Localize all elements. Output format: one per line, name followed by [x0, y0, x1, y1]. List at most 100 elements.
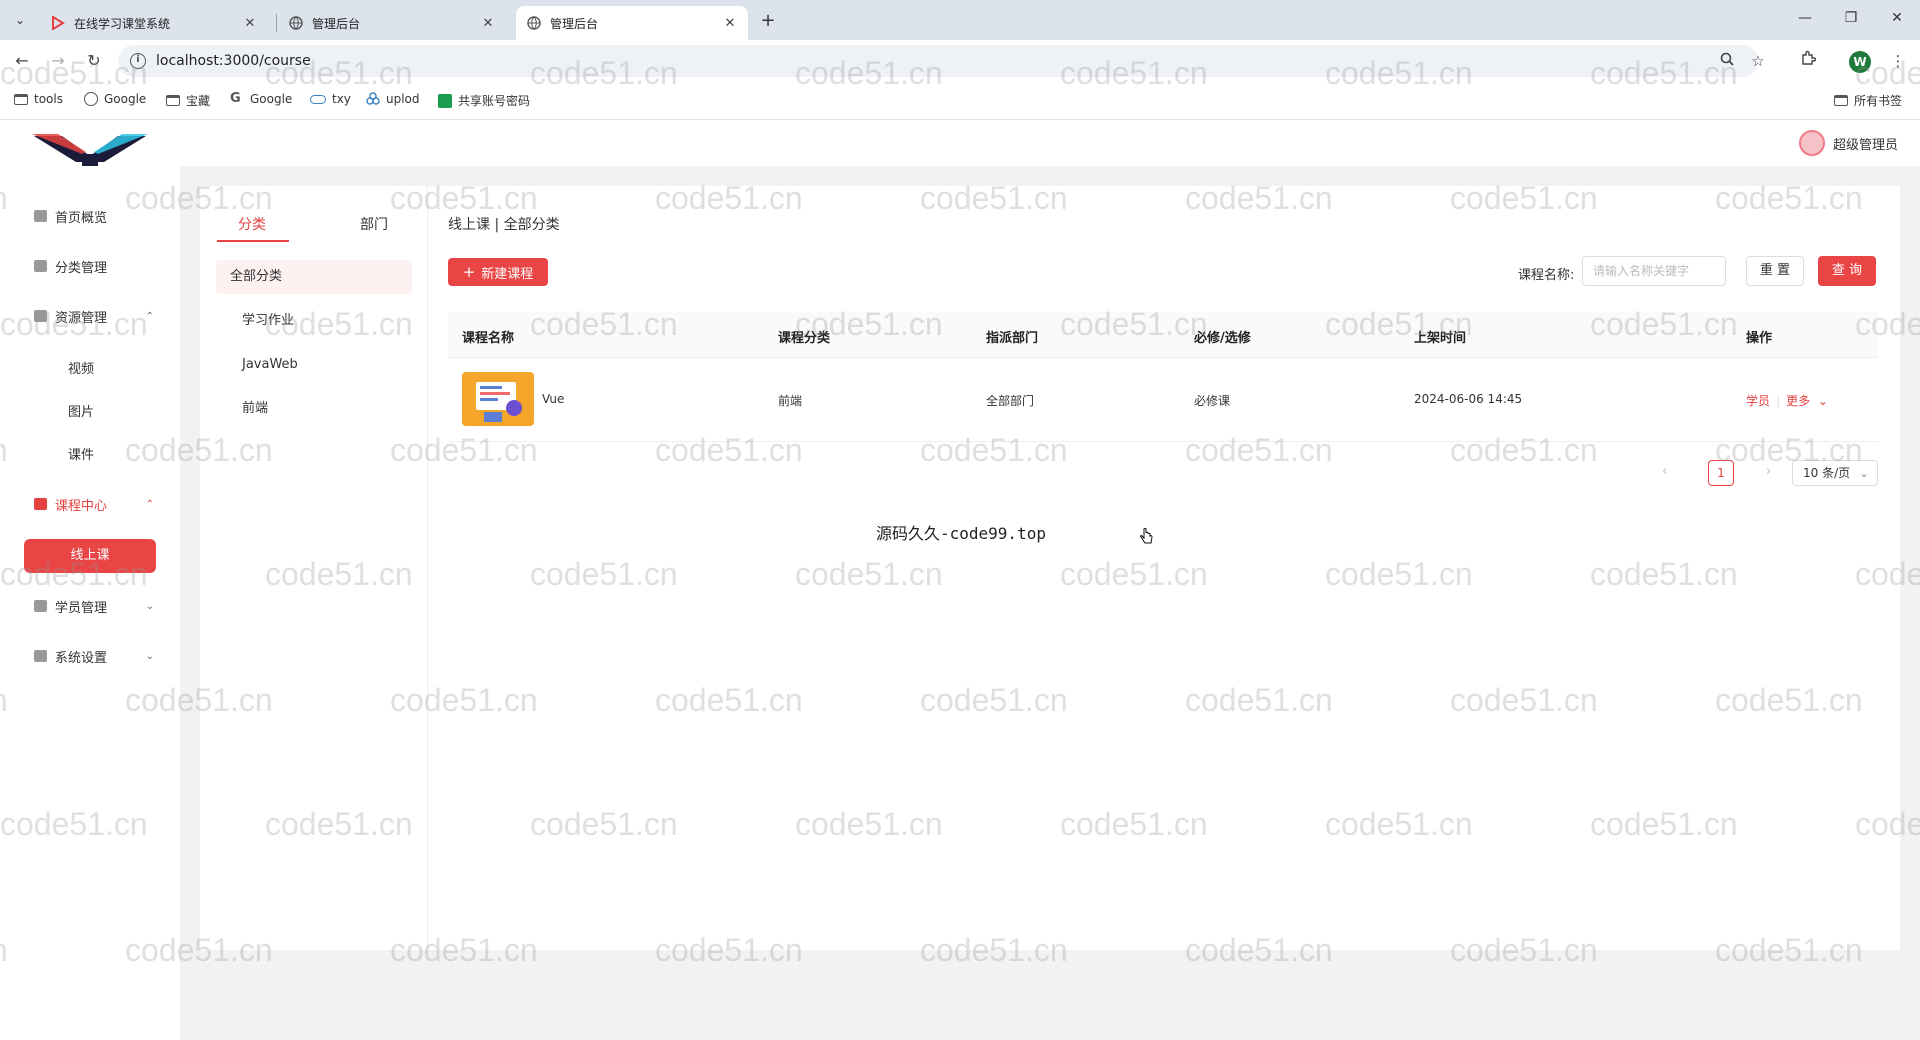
all-bookmarks[interactable]: 所有书签 — [1834, 92, 1902, 109]
bookmark-star-icon[interactable]: ☆ — [1746, 50, 1770, 74]
page-size-select[interactable]: 10 条/页 ⌄ — [1792, 460, 1878, 486]
content-card: 分类 部门 全部分类 学习作业 JavaWeb 前端 线上课 | 全部分类 + … — [200, 186, 1900, 950]
new-tab-button[interactable]: + — [756, 10, 780, 34]
browser-tab-2[interactable]: 管理后台 ✕ — [278, 6, 506, 40]
user-icon — [34, 600, 47, 612]
tab-separator — [276, 14, 277, 32]
restore-icon[interactable]: ❐ — [1836, 10, 1866, 26]
site-info-icon[interactable]: i — [130, 53, 146, 69]
reload-icon[interactable]: ↻ — [82, 50, 106, 74]
upload-icon — [366, 92, 380, 106]
chevron-up-icon: ⌃ — [145, 310, 154, 322]
tab-search-chevron-icon[interactable]: ⌄ — [8, 8, 32, 32]
sidebar-item-courseware[interactable]: 课件 — [0, 444, 162, 463]
bookmark-google-2[interactable]: G Google — [230, 92, 292, 107]
breadcrumb: 线上课 | 全部分类 — [448, 217, 560, 233]
browser-tab-1[interactable]: 在线学习课堂系统 ✕ — [40, 6, 268, 40]
cell-department: 全部部门 — [986, 394, 1035, 408]
avatar — [1798, 130, 1825, 156]
next-page-icon[interactable]: › — [1766, 464, 1771, 479]
more-link[interactable]: 更多 — [1786, 394, 1810, 408]
window-close-icon[interactable]: ✕ — [1882, 10, 1912, 26]
profile-avatar[interactable]: W — [1849, 51, 1871, 73]
settings-icon — [34, 650, 47, 662]
close-icon[interactable]: ✕ — [722, 16, 738, 31]
category-panel: 分类 部门 全部分类 学习作业 JavaWeb 前端 — [200, 186, 428, 950]
new-course-button[interactable]: + 新建课程 — [448, 258, 548, 286]
folder-icon — [34, 310, 47, 322]
bookmark-tools[interactable]: tools — [14, 92, 63, 106]
close-icon[interactable]: ✕ — [480, 16, 496, 31]
bookmarks-bar: tools Google 宝藏 G Google txy uplod 共享账号密码… — [0, 82, 1920, 120]
bookmark-treasure[interactable]: 宝藏 — [166, 92, 210, 109]
course-thumbnail — [462, 372, 534, 426]
category-frontend[interactable]: 前端 — [216, 392, 412, 426]
browser-tab-3-active[interactable]: 管理后台 ✕ — [516, 6, 748, 40]
cell-required: 必修课 — [1194, 394, 1231, 408]
search-label: 课程名称: — [1518, 268, 1575, 283]
col-required: 必修/选修 — [1194, 331, 1251, 346]
tab-title: 管理后台 — [550, 16, 599, 31]
query-button[interactable]: 查 询 — [1818, 256, 1876, 286]
page-number[interactable]: 1 — [1708, 460, 1734, 486]
plus-icon: + — [462, 263, 476, 281]
bookmark-google[interactable]: Google — [84, 92, 146, 106]
globe-icon — [526, 15, 542, 31]
source-credit-text: 源码久久-code99.top — [876, 524, 1046, 543]
divider: | — [1776, 394, 1781, 408]
user-name: 超级管理员 — [1832, 137, 1898, 153]
folder-icon — [1834, 95, 1848, 106]
tab-category[interactable]: 分类 — [238, 214, 266, 234]
category-javaweb[interactable]: JavaWeb — [216, 348, 412, 382]
students-link[interactable]: 学员 — [1746, 394, 1770, 408]
bookmark-uplod[interactable]: uplod — [366, 92, 420, 106]
chevron-up-icon: ⌃ — [145, 498, 154, 510]
col-department: 指派部门 — [986, 331, 1039, 346]
extensions-icon[interactable] — [1796, 50, 1820, 74]
forward-icon[interactable]: → — [46, 50, 70, 74]
bookmark-shared-accounts[interactable]: 共享账号密码 — [438, 92, 530, 109]
bookmark-txy[interactable]: txy — [310, 92, 351, 106]
sidebar-item-video[interactable]: 视频 — [0, 358, 162, 377]
minimize-icon[interactable]: — — [1790, 10, 1820, 26]
sidebar-item-students[interactable]: 学员管理 ⌄ — [34, 594, 164, 618]
user-menu[interactable]: 超级管理员 — [1798, 130, 1898, 156]
zoom-icon[interactable] — [1715, 50, 1739, 74]
cloud-icon — [310, 94, 326, 104]
sidebar-item-course-center[interactable]: 课程中心 ⌃ — [34, 492, 164, 516]
cell-publish-time: 2024-06-06 14:45 — [1414, 392, 1523, 406]
course-center-icon — [34, 498, 47, 510]
url-text: localhost:3000/course — [156, 53, 311, 69]
cell-category: 前端 — [778, 394, 803, 408]
pagination: ‹ 1 › 10 条/页 ⌄ — [1448, 458, 1878, 488]
prev-page-icon[interactable]: ‹ — [1662, 464, 1667, 479]
cell-course-name[interactable]: Vue — [542, 392, 564, 406]
tab-title: 在线学习课堂系统 — [74, 16, 171, 31]
tab-department[interactable]: 部门 — [360, 214, 388, 234]
sidebar-item-overview[interactable]: 首页概览 — [34, 204, 164, 228]
sidebar-item-resources[interactable]: 资源管理 ⌃ — [34, 304, 164, 328]
home-icon — [34, 210, 47, 222]
sidebar-item-images[interactable]: 图片 — [0, 401, 162, 420]
folder-icon — [14, 93, 28, 105]
col-actions: 操作 — [1746, 331, 1773, 346]
reset-button[interactable]: 重 置 — [1746, 256, 1804, 286]
course-name-input[interactable] — [1582, 256, 1726, 286]
category-icon — [34, 260, 47, 272]
url-field[interactable]: i localhost:3000/course — [118, 45, 1758, 77]
close-icon[interactable]: ✕ — [242, 16, 258, 31]
course-table: 课程名称 课程分类 指派部门 必修/选修 上架时间 操作 Vue 前端 全部部门… — [448, 312, 1878, 442]
play-logo-icon — [50, 15, 66, 31]
sidebar-item-category[interactable]: 分类管理 — [34, 254, 164, 278]
menu-kebab-icon[interactable]: ⋮ — [1886, 50, 1910, 74]
category-homework[interactable]: 学习作业 — [216, 304, 412, 338]
hand-cursor-icon — [1140, 527, 1154, 546]
brand-logo — [32, 132, 148, 168]
sidebar-item-online-course[interactable]: 线上课 — [24, 539, 156, 573]
sidebar-item-settings[interactable]: 系统设置 ⌄ — [34, 644, 164, 668]
folder-icon — [166, 95, 180, 106]
globe-icon — [288, 15, 304, 31]
chevron-down-icon: ⌄ — [145, 600, 154, 612]
back-icon[interactable]: ← — [10, 50, 34, 74]
category-all[interactable]: 全部分类 — [216, 260, 412, 294]
